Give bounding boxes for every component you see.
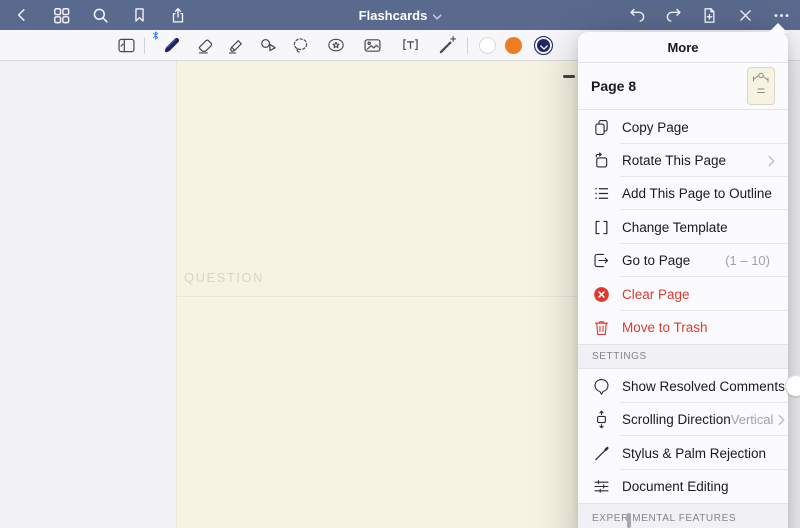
- more-ellipsis-icon: [772, 6, 791, 25]
- highlighter-icon: [226, 35, 247, 56]
- settings-section-header: SETTINGS: [578, 344, 788, 369]
- menu-item-clear-page[interactable]: Clear Page: [578, 277, 788, 311]
- scrolling-direction-value: Vertical: [731, 412, 774, 427]
- eraser-tool-button[interactable]: [191, 33, 219, 58]
- image-icon: [362, 35, 383, 56]
- undo-icon: [628, 6, 647, 25]
- toggle-knob: [786, 376, 800, 396]
- experimental-section-header: EXPERIMENTAL FEATURES: [578, 503, 788, 528]
- toolbar-separator: [144, 37, 145, 54]
- chevron-down-icon: [432, 8, 441, 23]
- scrollbar-thumb[interactable]: [627, 513, 631, 528]
- menu-item-stylus-palm-rejection[interactable]: Stylus & Palm Rejection: [578, 436, 788, 470]
- chevron-down-icon: [540, 37, 548, 55]
- eraser-icon: [195, 35, 216, 56]
- shapes-icon: [258, 35, 279, 56]
- lasso-tool-button[interactable]: [286, 33, 314, 58]
- title-bar: Flashcards: [0, 0, 800, 30]
- go-to-page-icon: [591, 251, 611, 271]
- share-button[interactable]: [165, 3, 191, 27]
- menu-item-copy-page[interactable]: Copy Page: [578, 110, 788, 144]
- redo-icon: [664, 6, 683, 25]
- more-menu-title: More: [578, 32, 788, 63]
- grid-icon: [52, 6, 71, 25]
- question-label: QUESTION: [184, 270, 264, 285]
- add-page-button[interactable]: [696, 3, 722, 27]
- toolbar-separator: [467, 37, 468, 54]
- copy-icon: [591, 117, 611, 137]
- image-tool-button[interactable]: [358, 33, 386, 58]
- page-range-label: (1 – 10): [725, 253, 770, 268]
- color-swatch-navy-selected[interactable]: [534, 36, 553, 55]
- page-overview-button[interactable]: [48, 3, 74, 27]
- bookmark-button[interactable]: [126, 3, 152, 27]
- stroke-width-indicator[interactable]: [563, 75, 575, 78]
- page-thumbnail[interactable]: [747, 67, 775, 105]
- menu-item-go-to-page[interactable]: Go to Page (1 – 10): [578, 244, 788, 277]
- menu-item-move-to-trash[interactable]: Move to Trash: [578, 311, 788, 344]
- view-mode-icon: [116, 35, 137, 56]
- document-title-text: Flashcards: [359, 8, 428, 23]
- sliders-icon: [591, 477, 611, 497]
- back-button[interactable]: [9, 3, 35, 27]
- page-header-row: Page 8: [578, 63, 788, 110]
- bluetooth-icon: [151, 29, 160, 42]
- menu-item-change-template[interactable]: Change Template: [578, 210, 788, 244]
- search-button[interactable]: [87, 3, 113, 27]
- scroll-direction-icon: [591, 410, 611, 430]
- app-window: QUESTION: [0, 0, 800, 528]
- search-icon: [91, 6, 110, 25]
- close-document-button[interactable]: [732, 3, 758, 27]
- color-swatch-orange[interactable]: [505, 37, 522, 54]
- pen-icon: [162, 35, 183, 56]
- change-template-icon: [591, 217, 611, 237]
- close-icon: [737, 7, 754, 24]
- lasso-icon: [290, 35, 311, 56]
- chevron-right-icon: [778, 414, 785, 426]
- rotate-page-icon: [591, 151, 611, 171]
- text-icon: [400, 35, 421, 56]
- undo-button[interactable]: [624, 3, 650, 27]
- outline-list-icon: [591, 184, 611, 204]
- clear-page-icon: [591, 284, 611, 304]
- menu-item-show-resolved-comments[interactable]: Show Resolved Comments: [578, 369, 788, 403]
- resolved-comments-toggle-off[interactable]: [785, 375, 800, 397]
- notebook-page[interactable]: QUESTION: [176, 61, 644, 528]
- trash-icon: [591, 318, 611, 338]
- menu-item-document-editing[interactable]: Document Editing: [578, 470, 788, 503]
- comment-pin-icon: [591, 376, 611, 396]
- color-swatch-white[interactable]: [479, 37, 496, 54]
- document-title[interactable]: Flashcards: [359, 0, 442, 30]
- chevron-right-icon: [768, 155, 775, 167]
- flashcard-divider: [177, 296, 644, 297]
- redo-button[interactable]: [660, 3, 686, 27]
- page-number-label: Page 8: [591, 78, 747, 94]
- more-menu-popover: More Page 8 Copy Page Rotate This Page A…: [578, 32, 788, 528]
- shapes-tool-button[interactable]: [254, 33, 282, 58]
- menu-item-rotate-page[interactable]: Rotate This Page: [578, 144, 788, 177]
- pen-tool-button[interactable]: [158, 33, 186, 58]
- menu-item-scrolling-direction[interactable]: Scrolling Direction Vertical: [578, 403, 788, 436]
- bookmark-icon: [131, 6, 148, 24]
- popover-arrow: [768, 23, 788, 33]
- laser-pointer-button[interactable]: [433, 33, 461, 58]
- view-mode-button[interactable]: [112, 33, 140, 58]
- share-icon: [169, 6, 187, 25]
- text-tool-button[interactable]: [396, 33, 424, 58]
- menu-item-add-to-outline[interactable]: Add This Page to Outline: [578, 177, 788, 210]
- sticker-star-icon: [325, 35, 347, 56]
- laser-pointer-icon: [437, 35, 458, 56]
- stylus-icon: [591, 443, 611, 463]
- elements-tool-button[interactable]: [322, 33, 350, 58]
- back-chevron-icon: [13, 6, 31, 24]
- highlighter-tool-button[interactable]: [222, 33, 250, 58]
- add-page-icon: [700, 6, 719, 25]
